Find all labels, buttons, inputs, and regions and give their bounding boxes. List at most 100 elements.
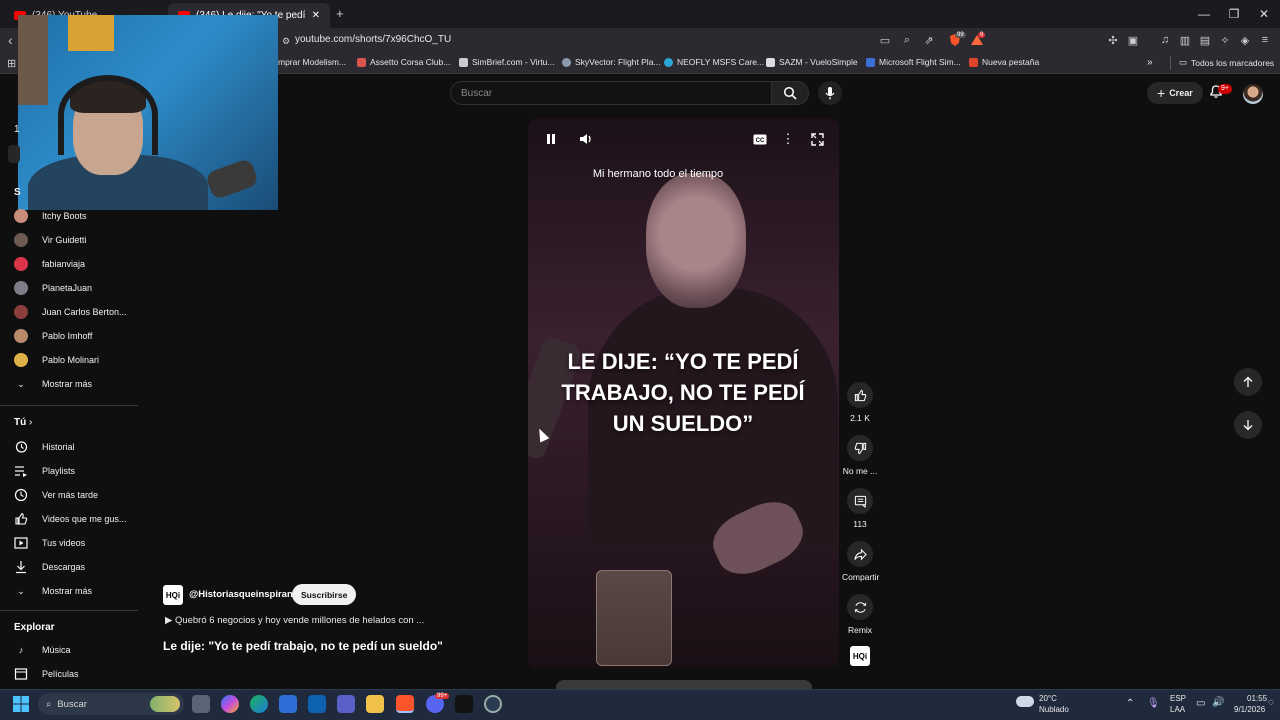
weather-desc[interactable]: Nublado (1039, 705, 1069, 714)
captions-button[interactable]: CC (750, 129, 770, 149)
menu-icon[interactable]: ≡ (1256, 31, 1274, 49)
sidebar-channel-itchy-boots[interactable]: Itchy Boots (14, 206, 87, 226)
sidebar-channel-planetajuan[interactable]: PlanetaJuan (14, 278, 92, 298)
bookmark-item[interactable]: Assetto Corsa Club... (357, 57, 450, 67)
clock-time[interactable]: 01:55 (1247, 694, 1267, 703)
chevron-down-icon: ⌄ (17, 378, 25, 389)
sidebar-show-more-you[interactable]: ⌄ Mostrar más (14, 581, 92, 601)
comments-button[interactable]: 113 (842, 488, 878, 529)
remix-button[interactable]: Remix (842, 594, 878, 635)
music-icon: ♪ (18, 645, 24, 655)
speaker-icon[interactable]: 🔊 (1212, 697, 1224, 708)
language-code[interactable]: ESP (1170, 694, 1186, 703)
sidebar-channel-pablo-molinari[interactable]: Pablo Molinari (14, 350, 99, 370)
bookmark-item[interactable]: SAZM - VueloSimple (766, 57, 858, 67)
screenshot-icon[interactable]: ▣ (1124, 31, 1142, 49)
microphone-tray-icon[interactable]: 🎙 (1147, 698, 1160, 709)
voice-search-button[interactable] (818, 81, 842, 105)
search-icon (783, 86, 797, 100)
apps-icon[interactable]: ⊞ (7, 57, 16, 70)
share-icon[interactable]: ⇗ (920, 31, 938, 49)
sidebar-channel-pablo-imhoff[interactable]: Pablo Imhoff (14, 326, 92, 346)
back-button[interactable]: ‹ (8, 32, 13, 48)
subscribe-button[interactable]: Suscribirse (292, 584, 357, 605)
previous-short-button[interactable] (1234, 368, 1262, 396)
bookmark-item[interactable]: Microsoft Flight Sim... (866, 57, 961, 67)
zoom-icon[interactable]: ⌕ (898, 31, 916, 49)
sidebar-item-descargas[interactable]: Descargas (14, 557, 85, 577)
address-bar[interactable]: youtube.com/shorts/7x96ChcO_TU (295, 34, 451, 45)
weather-temp[interactable]: 20°C (1039, 694, 1057, 703)
dislike-button[interactable]: No me ... (842, 435, 878, 476)
sidebar-item-musica[interactable]: ♪ Música (14, 640, 71, 660)
windows-start-icon[interactable] (13, 696, 29, 715)
more-options-icon[interactable]: ⋮ (778, 129, 798, 149)
network-icon[interactable]: ▭ (1196, 698, 1205, 709)
bookmark-item[interactable]: NEOFLY MSFS Care... (664, 57, 764, 67)
task-view-icon[interactable] (192, 695, 210, 713)
bookmark-item[interactable]: mprar Modelism... (278, 57, 346, 67)
sidebar-you-heading[interactable]: Tú › (14, 417, 32, 428)
wallet-icon[interactable]: ▤ (1196, 31, 1214, 49)
new-tab-button[interactable]: + (336, 6, 344, 21)
create-button[interactable]: + Crear (1147, 82, 1203, 104)
notification-center-icon[interactable]: ◌ (1268, 697, 1274, 708)
related-video-link[interactable]: ▶ Quebró 6 negocios y hoy vende millones… (165, 615, 424, 626)
search-box[interactable] (450, 81, 772, 105)
sidebar-channel-fabianviaja[interactable]: fabianviaja (14, 254, 85, 274)
sidebar-item-peliculas[interactable]: Películas (14, 664, 79, 684)
bookmark-item[interactable]: Nueva pestaña (969, 57, 1039, 67)
bookmark-item[interactable]: SkyVector: Flight Pla... (562, 57, 661, 67)
search-input[interactable] (451, 82, 771, 104)
file-explorer-icon[interactable] (366, 695, 384, 713)
avatar[interactable] (1243, 84, 1263, 104)
cast-icon[interactable]: ▭ (876, 31, 894, 49)
app-icon[interactable] (484, 695, 502, 713)
sidebar-item-ver-mas-tarde[interactable]: Ver más tarde (14, 485, 98, 505)
search-highlight-icon (150, 696, 180, 712)
bookmarks-overflow-button[interactable]: » (1147, 57, 1153, 68)
sidebar-item-tus-videos[interactable]: Tus videos (14, 533, 85, 553)
history-icon (14, 440, 28, 454)
extensions-icon[interactable]: ✣ (1104, 31, 1122, 49)
pause-button[interactable] (541, 129, 561, 149)
channel-logo[interactable]: HQi (163, 585, 183, 605)
keyboard-layout[interactable]: LAA (1170, 705, 1185, 714)
channel-name[interactable]: @Historiasqueinspiran (189, 589, 293, 600)
fullscreen-button[interactable] (807, 129, 827, 149)
share-button[interactable]: Compartir (842, 541, 879, 582)
sidebar-partial-highlight (8, 145, 20, 163)
tray-chevron-icon[interactable]: ⌃ (1126, 698, 1134, 709)
sidebar-show-more-subscriptions[interactable]: ⌄ Mostrar más (14, 374, 92, 394)
tab-close-icon[interactable]: ✕ (312, 10, 320, 21)
sidebar-toggle-icon[interactable]: ▥ (1176, 31, 1194, 49)
vpn-icon[interactable]: ◈ (1236, 31, 1254, 49)
taskbar-search[interactable]: ⌕ Buscar (38, 693, 184, 715)
clock-date[interactable]: 9/1/2026 (1234, 705, 1265, 714)
outlook-icon[interactable] (308, 695, 326, 713)
minimize-button[interactable]: — (1187, 0, 1221, 28)
teams-icon[interactable] (337, 695, 355, 713)
sidebar-channel-vir-guidetti[interactable]: Vir Guidetti (14, 230, 86, 250)
like-button[interactable]: 2.1 K (842, 382, 878, 423)
edge-icon[interactable] (250, 695, 268, 713)
app-icon[interactable] (455, 695, 473, 713)
leo-ai-icon[interactable]: ✧ (1216, 31, 1234, 49)
media-icon[interactable]: ♫ (1156, 31, 1174, 49)
volume-button[interactable] (576, 129, 596, 149)
site-info-icon[interactable]: ⚙ (277, 32, 295, 50)
brave-browser-icon[interactable] (396, 695, 414, 713)
next-short-button[interactable] (1234, 411, 1262, 439)
copilot-icon[interactable] (221, 695, 239, 713)
sidebar-item-playlists[interactable]: Playlists (14, 461, 75, 481)
bookmark-item[interactable]: SimBrief.com - Virtu... (459, 57, 555, 67)
sidebar-item-liked-videos[interactable]: Videos que me gus... (14, 509, 126, 529)
store-icon[interactable] (279, 695, 297, 713)
search-button[interactable] (771, 81, 809, 105)
all-bookmarks-button[interactable]: ▭ Todos los marcadores (1179, 57, 1274, 68)
sidebar-channel-juan-carlos[interactable]: Juan Carlos Berton... (14, 302, 127, 322)
restore-button[interactable]: ❐ (1217, 0, 1251, 28)
close-window-button[interactable]: ✕ (1247, 0, 1280, 28)
channel-logo-small[interactable]: HQi (850, 646, 870, 666)
sidebar-item-historial[interactable]: Historial (14, 437, 75, 457)
